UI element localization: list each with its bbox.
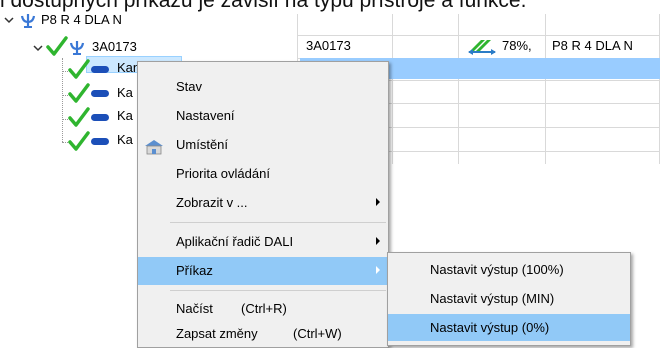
menu-item-zapsat-zmeny[interactable]: Zapsat změny (Ctrl+W) [138, 320, 388, 348]
checkmark-icon [68, 106, 90, 128]
menu-separator [170, 222, 386, 223]
submenu-arrow-icon [376, 266, 380, 274]
menu-item-nacist[interactable]: Načíst (Ctrl+R) [138, 295, 388, 323]
gauge-icon [467, 37, 497, 55]
menu-item-label: Priorita ovládání [176, 166, 270, 181]
tree-item-label: Ka [117, 132, 133, 147]
channel-icon [91, 90, 109, 97]
submenu-item-label: Nastavit výstup (100%) [430, 262, 564, 277]
chevron-down-icon[interactable] [3, 14, 15, 26]
menu-item-stav[interactable]: Stav [138, 73, 388, 101]
menu-item-label: Zapsat změny [176, 326, 258, 341]
grid-cell-device: P8 R 4 DLA N [552, 38, 633, 53]
checkmark-icon [68, 130, 90, 152]
grid-cell-id: 3A0173 [306, 38, 351, 53]
submenu-arrow-icon [376, 237, 380, 245]
channel-icon [91, 138, 109, 145]
menu-item-label: Umístění [176, 137, 229, 152]
channel-icon [91, 114, 109, 121]
menu-item-nastaveni[interactable]: Nastavení [138, 102, 388, 130]
tree-item-label: P8 R 4 DLA N [41, 12, 122, 27]
menu-item-aplikacni-radic[interactable]: Aplikační řadič DALI [138, 228, 388, 256]
trident-icon [18, 10, 38, 30]
menu-item-label: Načíst [176, 301, 213, 316]
menu-item-label: Aplikační řadič DALI [176, 234, 294, 249]
menu-item-shortcut: (Ctrl+R) [241, 301, 287, 316]
menu-item-label: Stav [176, 79, 203, 94]
channel-icon [91, 66, 109, 73]
grid-column-line [545, 14, 546, 164]
submenu-item-label: Nastavit výstup (0%) [430, 320, 550, 335]
trident-icon [67, 37, 87, 57]
checkmark-icon [68, 58, 90, 80]
location-icon [144, 138, 164, 156]
menu-item-umisteni[interactable]: Umístění [138, 131, 388, 159]
grid-row-line [297, 35, 660, 36]
menu-item-label: Nastavení [176, 108, 235, 123]
context-menu: Stav Nastavení Umístění Priorita ovládán… [137, 61, 389, 348]
chevron-down-icon[interactable] [32, 42, 44, 54]
menu-item-zobrazit[interactable]: Zobrazit v ... [138, 189, 388, 217]
menu-item-shortcut: (Ctrl+W) [293, 326, 342, 341]
menu-item-priorita[interactable]: Priorita ovládání [138, 160, 388, 188]
grid-cell-percent: 78%, [502, 38, 532, 53]
checkmark-icon [46, 35, 68, 57]
tree-item-label: Ka [117, 85, 133, 100]
submenu-item-output-0[interactable]: Nastavit výstup (0%) [388, 314, 630, 341]
submenu-item-output-min[interactable]: Nastavit výstup (MIN) [388, 285, 630, 312]
checkmark-icon [68, 82, 90, 104]
menu-separator [170, 290, 386, 291]
menu-item-prikaz[interactable]: Příkaz [138, 257, 388, 285]
submenu-item-label: Nastavit výstup (MIN) [430, 291, 555, 306]
grid-column-line [458, 14, 459, 164]
menu-item-label: Příkaz [176, 263, 213, 278]
submenu-arrow-icon [376, 198, 380, 206]
submenu-prikaz: Nastavit výstup (100%) Nastavit výstup (… [387, 252, 631, 346]
submenu-item-output-100[interactable]: Nastavit výstup (100%) [388, 256, 630, 283]
tree-item-label: Ka [117, 108, 133, 123]
menu-item-label: Zobrazit v ... [176, 195, 248, 210]
grid-column-line [392, 14, 393, 164]
tree-item-label: 3A0173 [92, 39, 137, 54]
